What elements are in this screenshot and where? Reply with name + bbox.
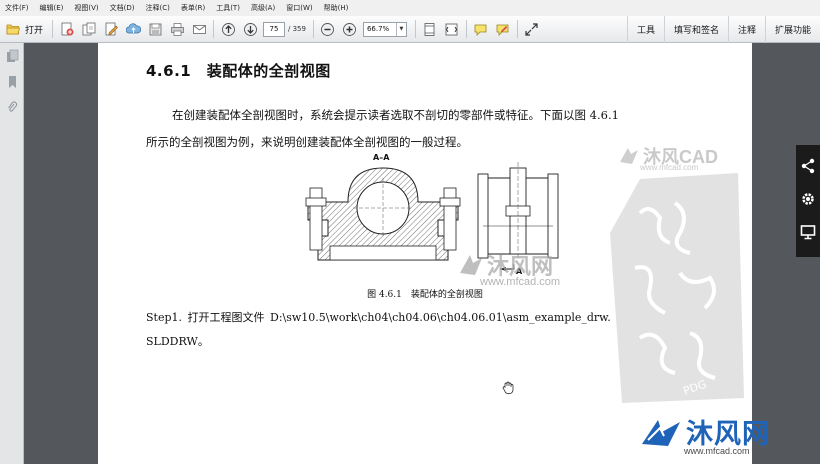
menu-help[interactable]: 帮助(H) [319, 3, 355, 13]
section-heading: 4.6.1 装配体的全剖视图 [146, 62, 331, 80]
menu-document[interactable]: 文档(D) [105, 3, 141, 13]
create-pdf-button[interactable] [56, 18, 78, 40]
menu-bar: 文件(F) 编辑(E) 视图(V) 文档(D) 注释(C) 表单(R) 工具(T… [0, 0, 820, 16]
next-page-button[interactable] [239, 18, 261, 40]
create-pdf-icon [61, 22, 74, 35]
navigation-pane [0, 43, 24, 464]
printer-icon [170, 22, 184, 36]
arrow-down-icon [243, 22, 257, 36]
toolbar-separator [213, 20, 215, 38]
highlighter-icon [497, 24, 509, 36]
share-icon [801, 158, 815, 173]
right-panel-links: 工具 填写和签名 注释 扩展功能 [626, 16, 820, 43]
email-button[interactable] [188, 18, 210, 40]
share-button[interactable] [800, 158, 816, 178]
folder-icon [6, 23, 20, 35]
minus-circle-icon [321, 22, 335, 36]
highlight-button[interactable] [492, 18, 514, 40]
toolbar-separator [516, 20, 518, 38]
tools-link[interactable]: 工具 [626, 16, 664, 43]
mfcad-logo-icon [642, 419, 680, 446]
arrow-up-icon [221, 22, 235, 36]
share-sidebar [796, 145, 820, 257]
comment-button[interactable] [470, 18, 492, 40]
speech-bubble-icon [475, 24, 487, 36]
fit-page-button[interactable] [419, 18, 441, 40]
menu-window[interactable]: 窗口(W) [281, 3, 318, 13]
envelope-icon [192, 24, 206, 34]
menu-file[interactable]: 文件(F) [0, 3, 35, 13]
mfcad-watermark-bottom: 沐风网 www.mfcad.com [640, 412, 770, 456]
page-total: / 359 [288, 25, 306, 33]
hand-cursor-icon [502, 381, 514, 394]
combine-files-button[interactable] [78, 18, 100, 40]
mfcad-logo-icon [620, 148, 638, 164]
menu-view[interactable]: 视图(V) [69, 3, 104, 13]
pdf-reader-window: 文件(F) 编辑(E) 视图(V) 文档(D) 注释(C) 表单(R) 工具(T… [0, 0, 820, 464]
open-button[interactable]: 打开 [0, 18, 49, 40]
bookmarks-button[interactable] [0, 69, 24, 95]
open-label: 打开 [25, 25, 44, 36]
previous-page-button[interactable] [217, 18, 239, 40]
save-button[interactable] [144, 18, 166, 40]
paperclip-icon [7, 101, 17, 112]
fit-width-icon [446, 23, 458, 35]
zoom-in-button[interactable] [339, 18, 361, 40]
plus-circle-icon [343, 22, 357, 36]
menu-tools[interactable]: 工具(T) [211, 3, 246, 13]
display-button[interactable] [800, 224, 816, 244]
pdf-page: 4.6.1 装配体的全剖视图 在创建装配体全剖视图时，系统会提示读者选取不剖切的… [98, 43, 752, 464]
menu-advanced[interactable]: 高级(A) [246, 3, 281, 13]
section-label: A–A [373, 153, 390, 162]
zoom-out-button[interactable] [317, 18, 339, 40]
combine-icon [82, 22, 95, 35]
print-button[interactable] [166, 18, 188, 40]
document-viewport[interactable]: 4.6.1 装配体的全剖视图 在创建装配体全剖视图时，系统会提示读者选取不剖切的… [24, 43, 820, 464]
pages-icon [6, 49, 18, 62]
edit-document-button[interactable] [100, 18, 122, 40]
mfcad-watermark-top: 沐风CAD www.mfcad.com [618, 143, 718, 172]
gear-icon [802, 193, 814, 205]
step-text: Step1. 打开工程图文件 D:\sw10.5\work\ch04\ch04.… [146, 311, 611, 324]
fit-width-button[interactable] [441, 18, 463, 40]
chevron-down-icon[interactable]: ▼ [395, 22, 406, 36]
watermark-url: www.mfcad.com [684, 446, 750, 456]
extended-link[interactable]: 扩展功能 [764, 16, 820, 43]
toolbar-separator [465, 20, 467, 38]
mfcad-watermark-center: 沐风网 www.mfcad.com [458, 249, 560, 288]
comment-link[interactable]: 注释 [727, 16, 765, 43]
zoom-select[interactable]: 66.7% ▼ [362, 21, 407, 37]
menu-comments[interactable]: 注释(C) [141, 3, 176, 13]
pencil-page-icon [105, 22, 118, 35]
toolbar-separator [52, 20, 54, 38]
fit-page-icon [425, 22, 435, 36]
bookmark-icon [8, 76, 16, 88]
upload-button[interactable] [122, 18, 144, 40]
save-icon [149, 23, 161, 35]
watermark-url: www.mfcad.com [640, 163, 699, 172]
fill-sign-link[interactable]: 填写和签名 [663, 16, 728, 43]
attachments-button[interactable] [0, 95, 24, 121]
expand-button[interactable] [521, 18, 543, 40]
settings-button[interactable] [800, 191, 816, 211]
menu-forms[interactable]: 表单(R) [176, 3, 211, 13]
step-text-continued: SLDDRW。 [146, 335, 209, 348]
cloud-upload-icon [125, 22, 141, 33]
main-toolbar: 打开 75 / 359 66.7% ▼ 工具 填写和签名 注释 扩展功能 [0, 16, 820, 43]
toolbar-separator [312, 20, 314, 38]
zoom-value: 66.7% [366, 25, 390, 33]
mfcad-logo-icon [460, 255, 482, 275]
menu-edit[interactable]: 编辑(E) [35, 3, 70, 13]
page-number-input[interactable]: 75 [263, 21, 286, 37]
page-thumbnails-button[interactable] [0, 43, 24, 69]
monitor-icon [800, 225, 816, 240]
expand-arrows-icon [525, 22, 539, 36]
paragraph-line: 在创建装配体全剖视图时，系统会提示读者选取不剖切的零部件或特征。下面以图 4.6… [172, 108, 619, 122]
figure-caption: 图 4.6.1 装配体的全剖视图 [367, 290, 483, 300]
toolbar-separator [414, 20, 416, 38]
